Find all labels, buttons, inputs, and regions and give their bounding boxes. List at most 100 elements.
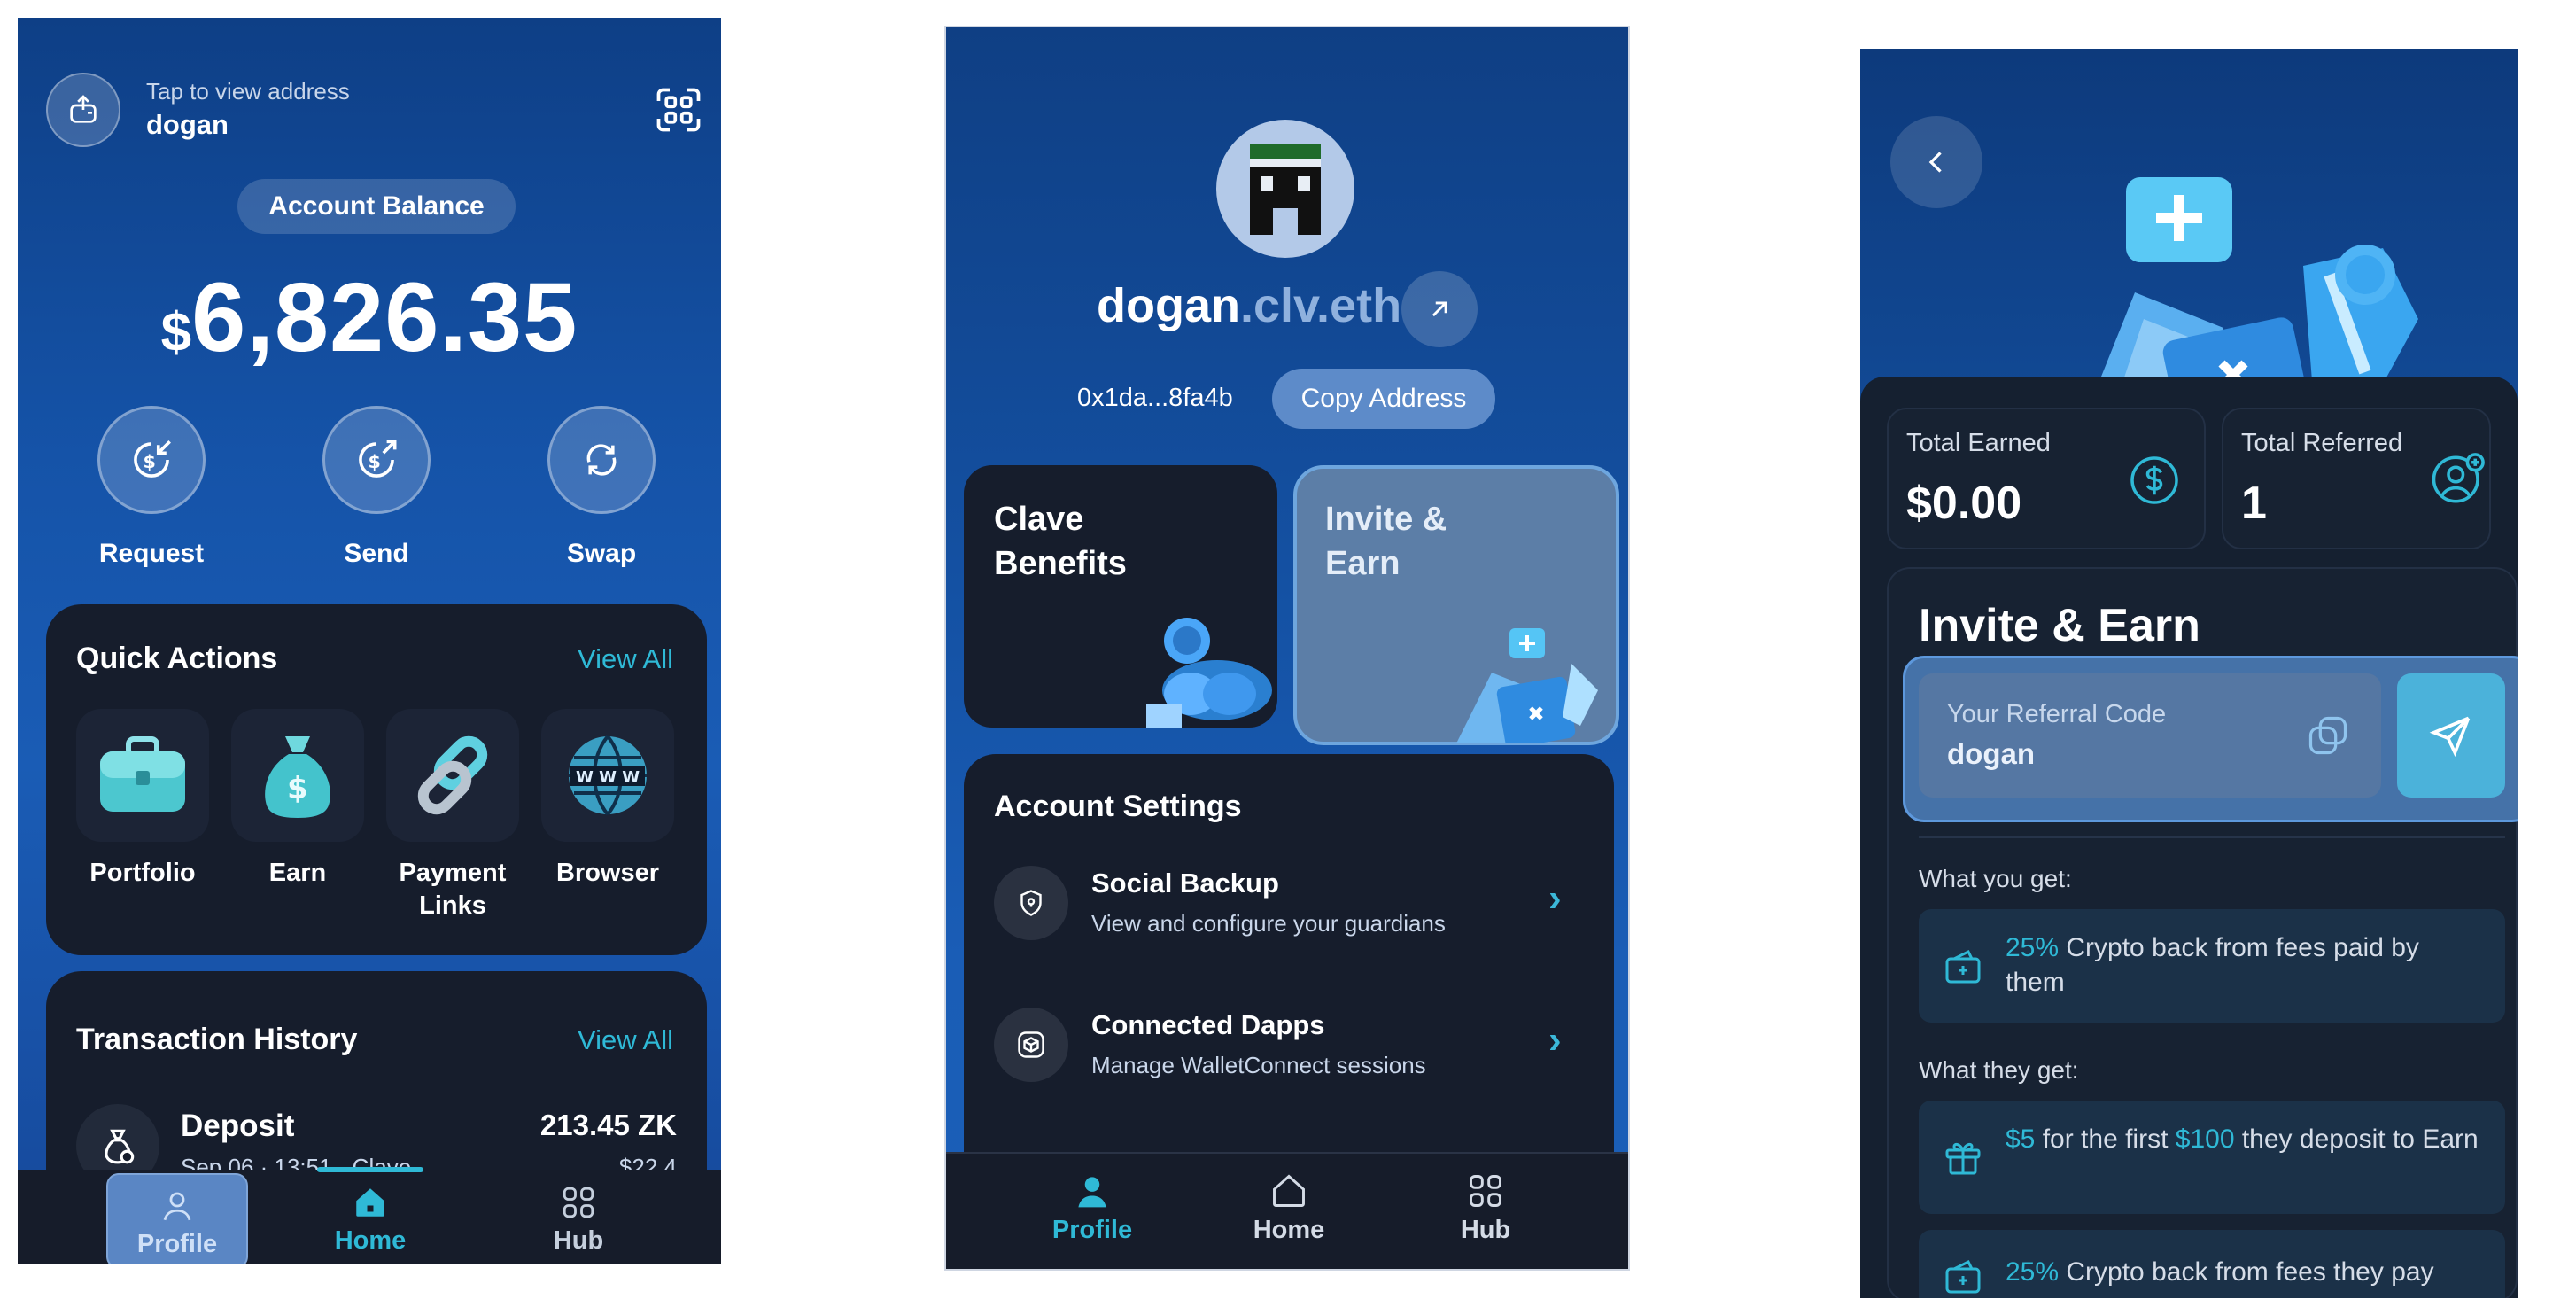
request-button[interactable]: $ bbox=[97, 406, 206, 514]
nav-profile-label: Profile bbox=[1051, 1216, 1133, 1244]
svg-text:$: $ bbox=[368, 451, 380, 472]
dollar-circle-icon bbox=[2130, 456, 2178, 504]
swap-label: Swap bbox=[566, 539, 637, 568]
referral-code-field[interactable]: Your Referral Code dogan bbox=[1919, 673, 2381, 798]
wallet-plus-icon bbox=[1945, 949, 1981, 984]
add-user-icon bbox=[2432, 453, 2485, 503]
nav-home-label: Home bbox=[334, 1226, 407, 1255]
shield-icon bbox=[994, 866, 1068, 940]
chain-link-icon bbox=[417, 735, 488, 815]
hub-icon bbox=[1470, 1175, 1501, 1207]
browser-label: Browser bbox=[555, 859, 660, 887]
profile-screen: dogan.clv.eth 0x1da...8fa4b Copy Address… bbox=[944, 26, 1630, 1271]
transaction-title: Deposit bbox=[181, 1109, 295, 1143]
clave-benefits-label: Clave Benefits bbox=[994, 501, 1127, 582]
quick-actions-title: Quick Actions bbox=[76, 642, 278, 675]
you-get-text: 25% Crypto back from fees paid by them bbox=[2006, 933, 2419, 997]
invite-earn-card[interactable]: Invite & Earn bbox=[1293, 465, 1619, 745]
cube-icon bbox=[994, 1008, 1068, 1082]
request-label: Request bbox=[98, 539, 205, 568]
back-button[interactable] bbox=[1890, 116, 1982, 208]
avatar bbox=[1216, 120, 1354, 258]
qr-scan-icon[interactable] bbox=[652, 83, 705, 136]
profile-icon bbox=[163, 1192, 191, 1221]
chevron-right-icon: › bbox=[1548, 876, 1562, 920]
gift-box-icon bbox=[1945, 1142, 1981, 1175]
account-balance-label: Account Balance bbox=[237, 179, 516, 234]
globe-icon: W W W bbox=[569, 735, 647, 816]
address-short: 0x1da...8fa4b bbox=[1077, 384, 1233, 412]
quick-actions-view-all[interactable]: View All bbox=[578, 643, 673, 675]
svg-text:$: $ bbox=[143, 451, 155, 472]
wallet-plus-icon bbox=[1945, 1259, 1981, 1294]
chevron-left-icon bbox=[1928, 152, 1942, 173]
invite-earn-screen: Total Earned $0.00 Total Referred 1 Invi… bbox=[1860, 49, 2518, 1298]
send-button[interactable]: $ bbox=[322, 406, 431, 514]
total-earned-card: Total Earned $0.00 bbox=[1887, 408, 2206, 549]
payment-links-tile[interactable] bbox=[386, 709, 519, 842]
nav-home[interactable]: Home bbox=[1222, 1171, 1355, 1245]
total-earned-label: Total Earned bbox=[1906, 429, 2051, 457]
total-referred-label: Total Referred bbox=[2241, 429, 2403, 457]
connected-dapps-row[interactable]: Connected Dapps Manage WalletConnect ses… bbox=[964, 993, 1614, 1100]
hub-icon bbox=[563, 1187, 594, 1218]
social-backup-subtitle: View and configure your guardians bbox=[1091, 910, 1446, 937]
portfolio-tile[interactable] bbox=[76, 709, 209, 842]
earn-tile[interactable]: $ bbox=[231, 709, 364, 842]
nav-profile-label: Profile bbox=[136, 1230, 218, 1258]
swap-icon bbox=[586, 444, 617, 476]
svg-text:W W W: W W W bbox=[576, 768, 640, 787]
payment-links-label: Payment Links bbox=[399, 859, 507, 920]
nav-hub[interactable]: Hub bbox=[1419, 1171, 1552, 1245]
request-icon: $ bbox=[134, 440, 171, 478]
gift-icon bbox=[1456, 628, 1598, 743]
nav-active-indicator bbox=[317, 1167, 423, 1172]
earn-label: Earn bbox=[268, 859, 327, 887]
nav-hub-label: Hub bbox=[553, 1226, 604, 1255]
avatar-button[interactable] bbox=[46, 73, 120, 147]
divider bbox=[1919, 836, 2505, 838]
transaction-history-view-all[interactable]: View All bbox=[578, 1024, 673, 1056]
copy-icon[interactable] bbox=[2305, 712, 2351, 759]
send-label: Send bbox=[344, 539, 409, 568]
account-settings-card: Account Settings Social Backup View and … bbox=[964, 754, 1614, 1215]
chevron-right-icon: › bbox=[1548, 1018, 1562, 1062]
send-icon: $ bbox=[359, 440, 397, 478]
home-icon bbox=[1273, 1174, 1305, 1207]
profile-icon bbox=[1078, 1177, 1106, 1208]
they-get-item: 25% Crypto back from fees they pay bbox=[1919, 1230, 2505, 1298]
home-screen: Tap to view address dogan Account Balanc… bbox=[18, 18, 721, 1264]
social-backup-row[interactable]: Social Backup View and configure your gu… bbox=[964, 852, 1614, 958]
nav-home-label: Home bbox=[1253, 1216, 1325, 1244]
money-bag-icon: $ bbox=[265, 736, 330, 818]
quick-actions-card: Quick Actions View All Portfolio $ Earn … bbox=[46, 604, 707, 955]
tap-to-view-address[interactable]: Tap to view address bbox=[146, 78, 350, 105]
share-button[interactable] bbox=[2397, 673, 2505, 798]
nav-home[interactable]: Home bbox=[306, 1184, 435, 1256]
invite-earn-title: Invite & Earn bbox=[1919, 600, 2200, 651]
they-get-label: What they get: bbox=[1919, 1056, 2079, 1084]
account-settings-title: Account Settings bbox=[994, 790, 1242, 823]
nav-profile[interactable]: Profile bbox=[106, 1173, 248, 1264]
total-earned-value: $0.00 bbox=[1906, 478, 2022, 529]
you-get-item: 25% Crypto back from fees paid by them bbox=[1919, 909, 2505, 1023]
browser-tile[interactable]: W W W bbox=[541, 709, 674, 842]
username: dogan bbox=[146, 109, 229, 140]
nav-hub[interactable]: Hub bbox=[514, 1184, 643, 1256]
nav-profile[interactable]: Profile bbox=[1026, 1171, 1159, 1245]
coins-icon bbox=[1146, 618, 1272, 728]
clave-benefits-card[interactable]: Clave Benefits bbox=[964, 465, 1277, 728]
they-get-item: $5 for the first $100 they deposit to Ea… bbox=[1919, 1101, 2505, 1214]
swap-button[interactable] bbox=[547, 406, 656, 514]
nav-hub-label: Hub bbox=[1460, 1216, 1511, 1244]
portfolio-label: Portfolio bbox=[89, 859, 196, 887]
invite-earn-label: Invite & Earn bbox=[1325, 501, 1447, 582]
open-external-button[interactable] bbox=[1401, 271, 1478, 347]
total-referred-card: Total Referred 1 bbox=[2222, 408, 2491, 549]
total-referred-value: 1 bbox=[2241, 478, 2267, 529]
invite-earn-card: Invite & Earn Your Referral Code dogan W… bbox=[1887, 567, 2518, 1298]
transaction-amount: 213.45 ZK bbox=[539, 1109, 677, 1141]
connected-dapps-title: Connected Dapps bbox=[1091, 1009, 1325, 1040]
referral-code-label: Your Referral Code bbox=[1947, 700, 2167, 728]
copy-address-button[interactable]: Copy Address bbox=[1272, 369, 1495, 429]
